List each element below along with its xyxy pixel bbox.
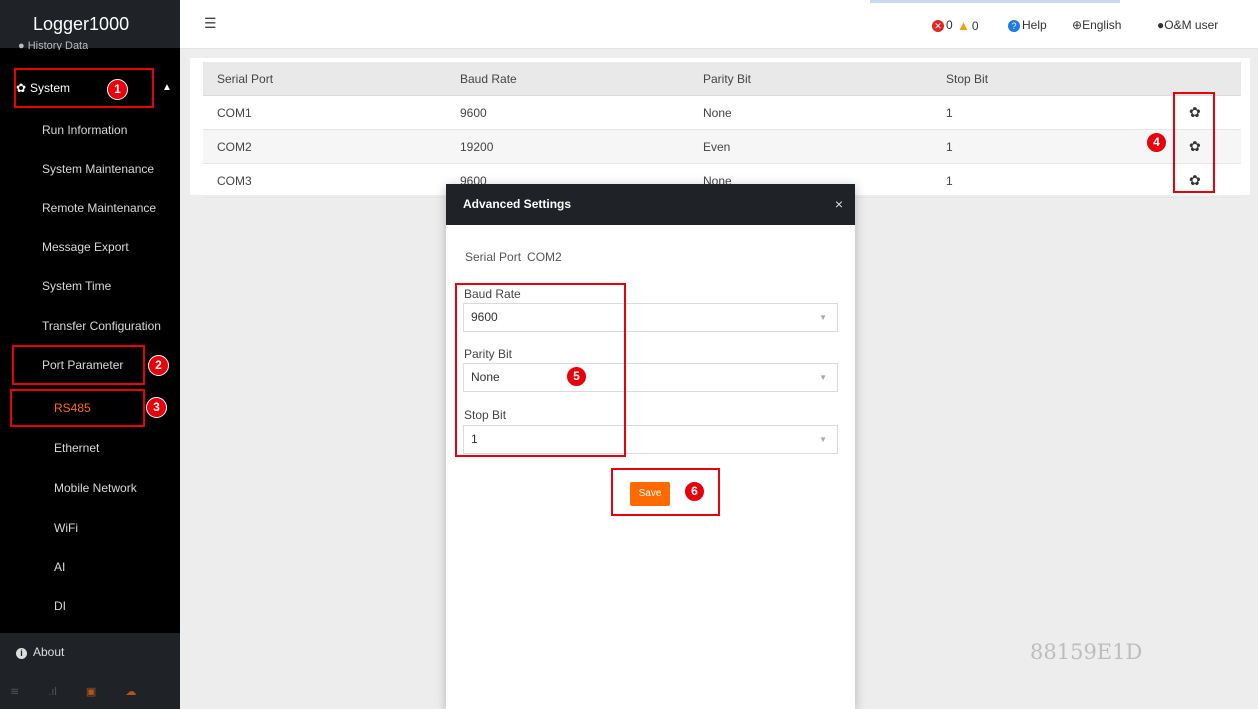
- sidebar-item-mobile-network[interactable]: Mobile Network: [0, 469, 180, 507]
- column-header: Stop Bit: [932, 62, 1175, 96]
- serial-port-label: Serial Port: [465, 250, 522, 264]
- sidebar-item-ai[interactable]: AI: [0, 548, 180, 586]
- table-cell: 19200: [446, 129, 689, 164]
- table-cell: None: [689, 95, 932, 130]
- sidebar-item-history-data[interactable]: ● History Data⌄: [18, 40, 88, 50]
- caret-up-icon: ▲: [162, 82, 172, 93]
- sidebar-item-ethernet[interactable]: Ethernet: [0, 429, 180, 467]
- help-link[interactable]: ? Help: [1008, 18, 1047, 32]
- table-cell: 9600: [446, 95, 689, 130]
- error-indicator[interactable]: ✕ 0: [932, 18, 953, 32]
- sidebar-item-wifi[interactable]: WiFi: [0, 509, 180, 547]
- error-icon: ✕: [932, 20, 944, 32]
- sidebar-item-system-maintenance[interactable]: System Maintenance: [0, 150, 180, 188]
- dialog-header: Advanced Settings ×: [446, 184, 855, 225]
- table-row: COM1 9600 None 1 ✿: [203, 95, 1241, 130]
- chevron-down-icon: ▼: [819, 435, 827, 444]
- sidebar-item-system-time[interactable]: System Time: [0, 267, 180, 305]
- help-label: Help: [1022, 18, 1047, 32]
- serial-port-table: Serial Port Baud Rate Parity Bit Stop Bi…: [203, 62, 1241, 198]
- cloud-icon: ☁: [125, 686, 137, 698]
- column-header: Baud Rate: [446, 62, 689, 96]
- highlight-box-fields: [455, 283, 626, 457]
- app-title: Logger1000: [33, 14, 130, 34]
- table-cell: COM2: [203, 129, 446, 164]
- menu-toggle-icon[interactable]: ☰: [204, 16, 217, 30]
- warning-count: 0: [971, 19, 979, 33]
- highlight-box-port-parameter: [12, 345, 145, 385]
- table-cell: COM1: [203, 95, 446, 130]
- step-marker-2: 2: [148, 355, 169, 376]
- column-header: Serial Port: [203, 62, 446, 96]
- dialog-title: Advanced Settings: [463, 197, 572, 211]
- table-cell: 1: [932, 129, 1175, 164]
- sidebar-item-about[interactable]: i About: [16, 645, 64, 659]
- serial-port-value: COM2: [527, 250, 562, 264]
- status-icons: ≋ .ıl ▣ ☁: [10, 685, 162, 698]
- history-icon: ●: [18, 40, 25, 50]
- table-cell: 1: [932, 163, 1175, 198]
- top-bar: ☰ ✕ 0 ▲ 0 ? Help ⊕English ●O&M user: [180, 0, 1258, 49]
- highlight-box-rs485: [10, 389, 145, 427]
- column-header: Parity Bit: [689, 62, 932, 96]
- brand-header: Logger1000 ● History Data⌄: [0, 0, 180, 50]
- step-marker-5: 5: [566, 366, 587, 387]
- top-strip: [870, 0, 1120, 3]
- sidebar-item-run-information[interactable]: Run Information: [0, 111, 180, 149]
- highlight-box-system: [14, 68, 154, 108]
- table-row: COM2 19200 Even 1 ✿: [203, 129, 1241, 164]
- table-cell: Even: [689, 129, 932, 164]
- user-menu[interactable]: ●O&M user: [1157, 18, 1218, 32]
- user-label: O&M user: [1164, 18, 1219, 32]
- sidebar-footer: i About ≋ .ıl ▣ ☁: [0, 633, 180, 709]
- chevron-down-icon: ▼: [819, 313, 827, 322]
- warning-icon: ▲: [957, 18, 970, 33]
- signal-icon: .ıl: [48, 686, 57, 698]
- language-selector[interactable]: ⊕English: [1072, 18, 1121, 32]
- step-marker-3: 3: [146, 397, 167, 418]
- error-count: 0: [946, 18, 953, 32]
- column-header-actions: [1175, 62, 1241, 96]
- step-marker-4: 4: [1146, 132, 1167, 153]
- serial-port-readout: Serial Port COM2: [465, 250, 562, 264]
- globe-icon: ⊕: [1072, 18, 1083, 32]
- sidebar-item-di[interactable]: DI: [0, 587, 180, 625]
- language-label: English: [1082, 18, 1122, 32]
- step-marker-6: 6: [684, 481, 705, 502]
- sidebar-item-message-export[interactable]: Message Export: [0, 228, 180, 266]
- about-label: About: [33, 645, 65, 659]
- warning-indicator[interactable]: ▲ 0: [957, 18, 979, 33]
- main-content: Serial Port Baud Rate Parity Bit Stop Bi…: [190, 58, 1250, 198]
- table-cell: 1: [932, 95, 1175, 130]
- highlight-box-gear: [1173, 92, 1215, 193]
- sidebar-item-remote-maintenance[interactable]: Remote Maintenance: [0, 189, 180, 227]
- help-icon: ?: [1008, 20, 1020, 32]
- close-icon[interactable]: ×: [835, 184, 843, 225]
- table-cell: COM3: [203, 163, 446, 198]
- chevron-down-icon: ▼: [819, 373, 827, 382]
- wifi-icon: ≋: [10, 686, 20, 698]
- info-icon: i: [16, 648, 27, 659]
- device-icon: ▣: [85, 686, 97, 698]
- sidebar-item-label: History Data: [27, 40, 89, 50]
- step-marker-1: 1: [107, 79, 128, 100]
- watermark: 88159E1D: [1030, 640, 1143, 664]
- sidebar-item-transfer-configuration[interactable]: Transfer Configuration: [0, 307, 180, 345]
